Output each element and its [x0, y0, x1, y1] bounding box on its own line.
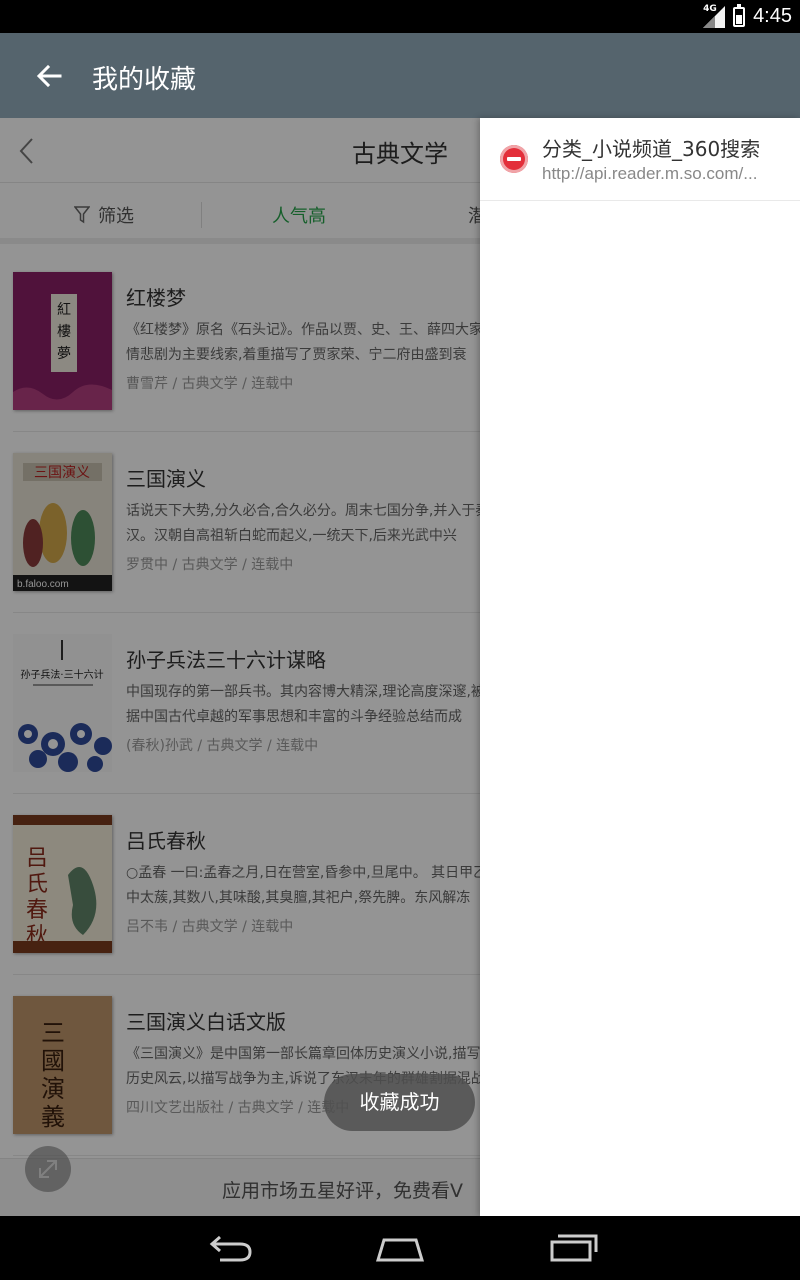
back-icon[interactable]	[200, 1230, 260, 1266]
network-type: 4G	[703, 3, 717, 14]
bookmark-url: http://api.reader.m.so.com/...	[542, 164, 758, 183]
remove-icon[interactable]	[500, 145, 528, 173]
status-bar: 4G 4:45	[0, 0, 800, 33]
battery-icon	[733, 3, 746, 27]
system-nav-bar	[0, 1216, 800, 1280]
clock: 4:45	[753, 5, 792, 27]
bookmark-title: 分类_小说频道_360搜索	[542, 137, 761, 161]
page-title: 我的收藏	[92, 65, 197, 95]
bookmark-panel: 分类_小说频道_360搜索 http://api.reader.m.so.com…	[480, 118, 800, 1216]
arrow-left-icon[interactable]	[32, 59, 66, 93]
scrim[interactable]	[0, 118, 480, 1216]
screen: { "status_bar": { "network": "4G", "time…	[0, 0, 800, 1280]
home-icon[interactable]	[370, 1230, 430, 1266]
toast: 收藏成功	[324, 1074, 475, 1131]
app-bar: 我的收藏	[0, 33, 800, 118]
signal-icon: 4G	[703, 3, 726, 28]
bookmark-item[interactable]: 分类_小说频道_360搜索 http://api.reader.m.so.com…	[480, 118, 800, 201]
recents-icon[interactable]	[540, 1230, 600, 1266]
